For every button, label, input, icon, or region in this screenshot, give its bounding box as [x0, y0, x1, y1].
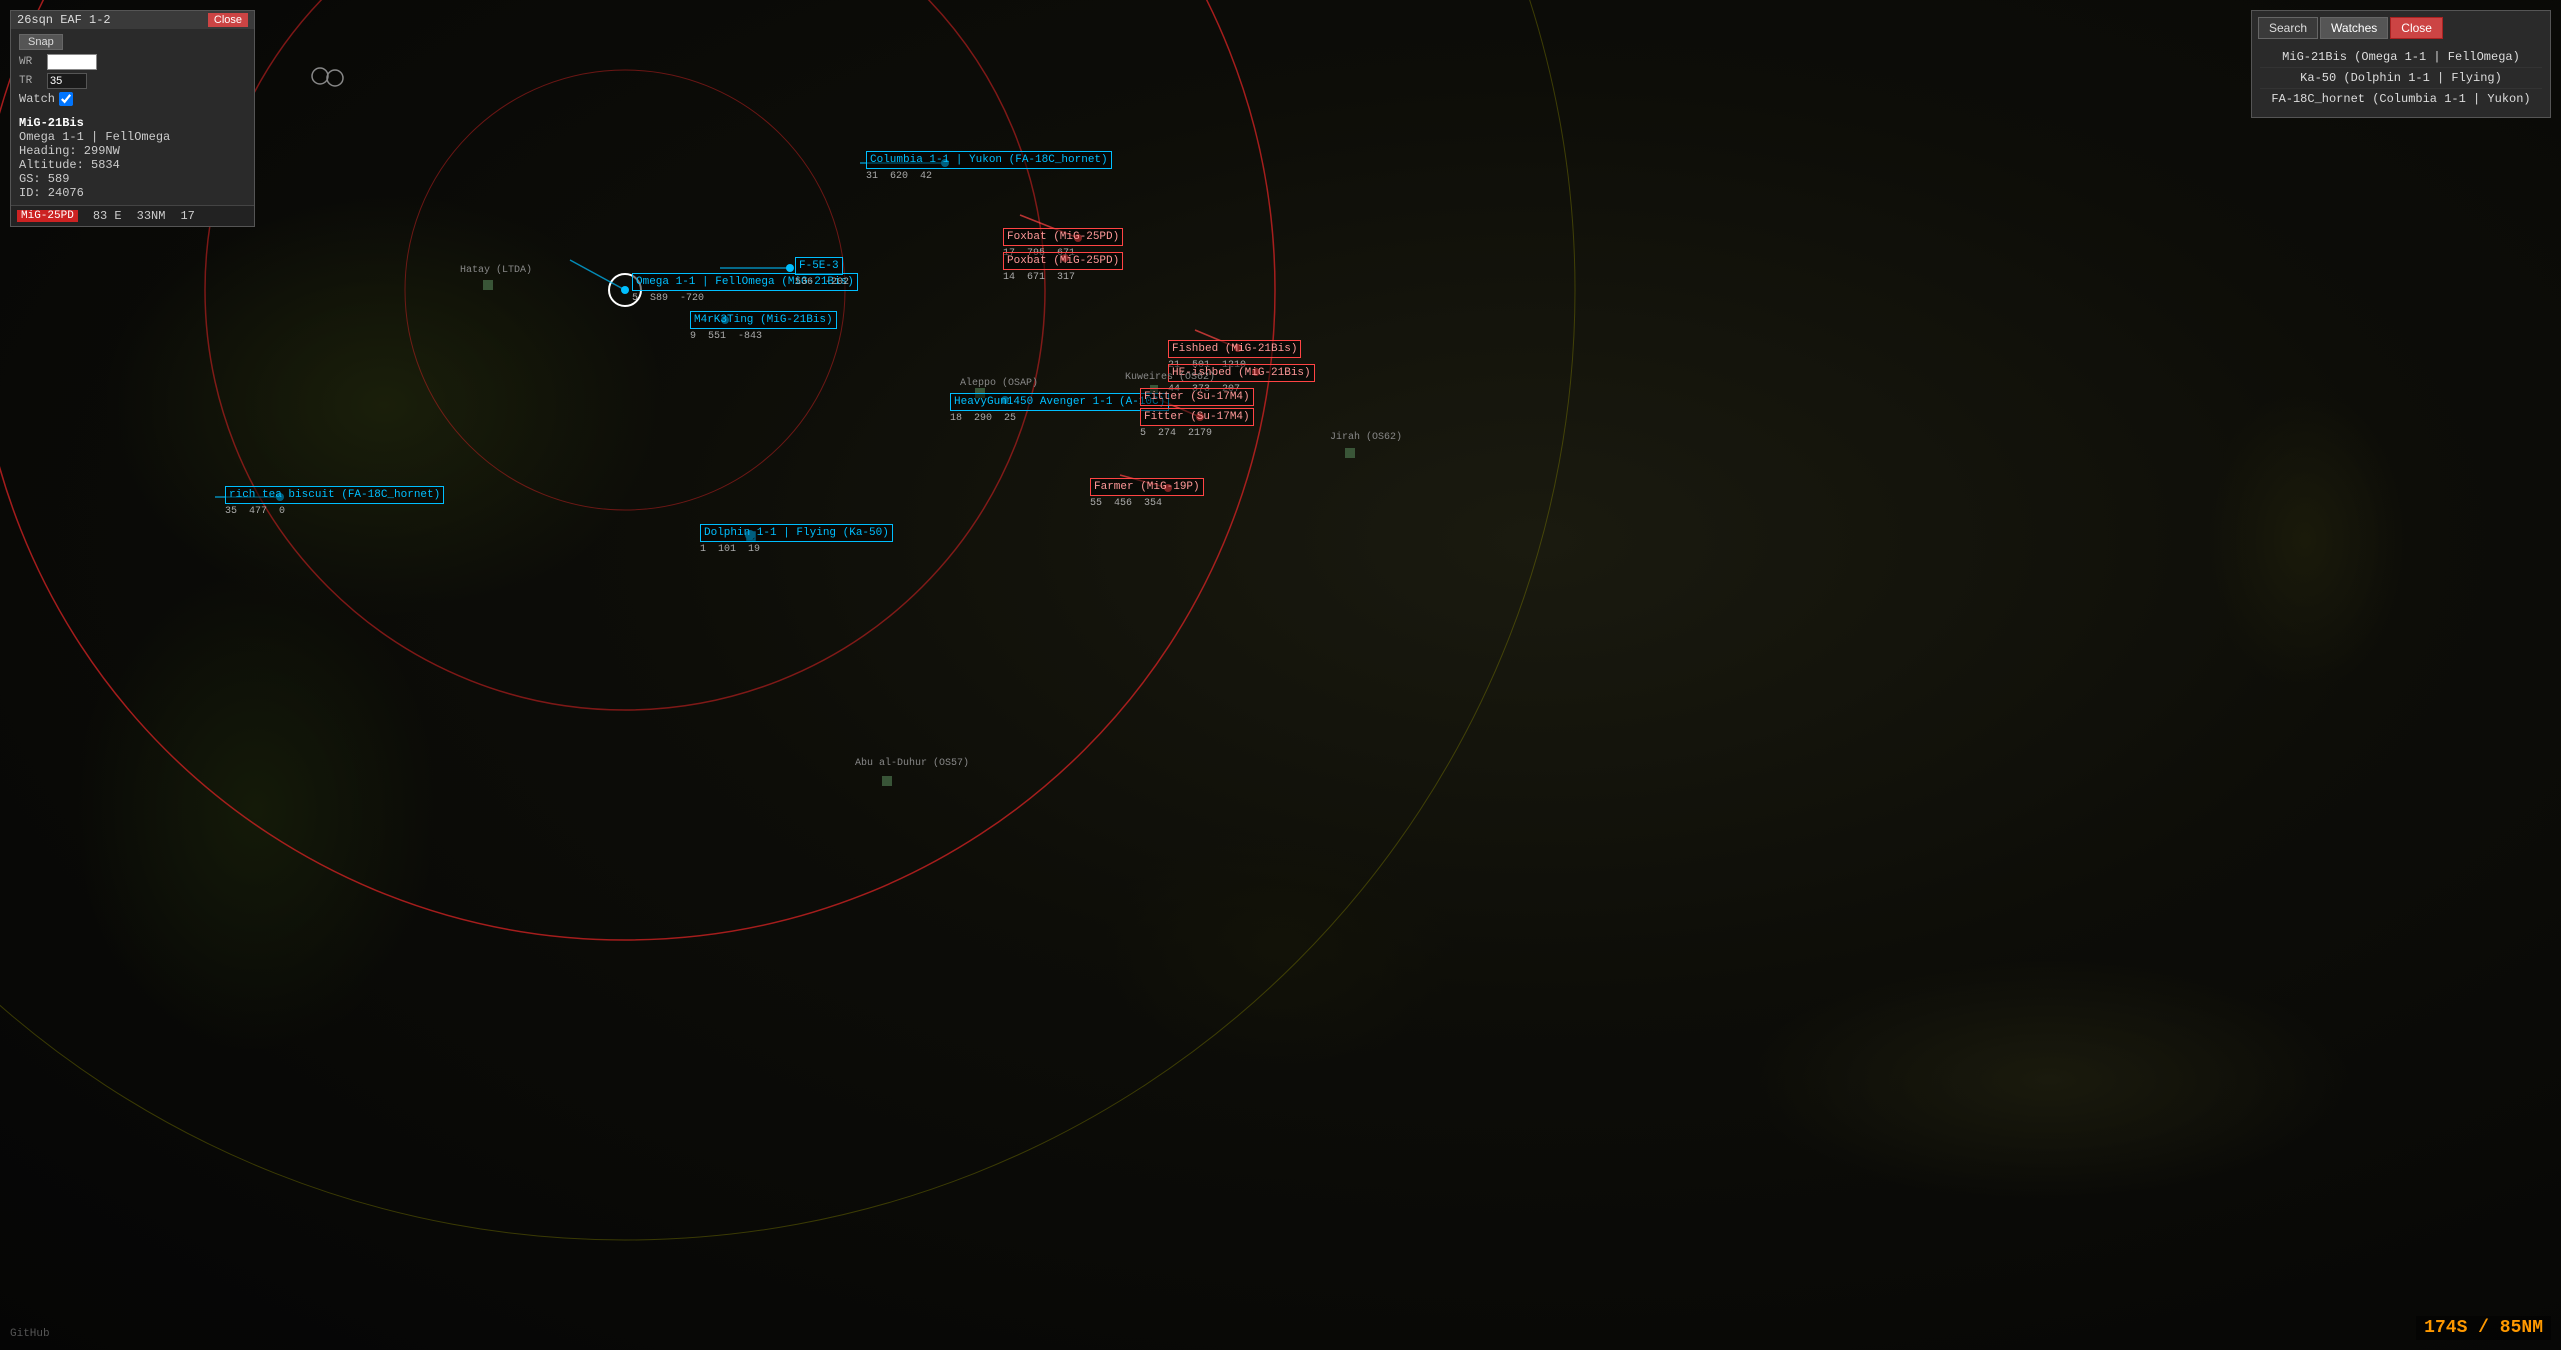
aircraft-altitude: Altitude: 5834	[19, 158, 246, 172]
watch-item-1[interactable]: Ka-50 (Dolphin 1-1 | Flying)	[2260, 68, 2542, 89]
watch-label: Watch	[19, 92, 55, 106]
terrain-overlay	[0, 0, 2561, 1350]
tr-input[interactable]	[47, 73, 87, 89]
watch-item-0[interactable]: MiG-21Bis (Omega 1-1 | FellOmega)	[2260, 47, 2542, 68]
github-label: GitHub	[10, 1328, 50, 1340]
aircraft-details: MiG-21Bis Omega 1-1 | FellOmega Heading:…	[11, 111, 254, 205]
enemy-type: MiG-25PD	[17, 210, 78, 222]
enemy-dist: 33NM	[137, 209, 166, 223]
panel-title-bar: 26sqn EAF 1-2 Close	[11, 11, 254, 29]
coords-text: 174S / 85NM	[2424, 1318, 2543, 1338]
map-background	[0, 0, 2561, 1350]
aircraft-name: MiG-21Bis	[19, 116, 246, 130]
snap-button[interactable]: Snap	[19, 34, 63, 50]
aircraft-heading: Heading: 299NW	[19, 144, 246, 158]
watch-item-2[interactable]: FA-18C_hornet (Columbia 1-1 | Yukon)	[2260, 89, 2542, 109]
search-button[interactable]: Search	[2258, 17, 2318, 39]
aircraft-flight: Omega 1-1 | FellOmega	[19, 130, 246, 144]
enemy-bearing: 83 E	[93, 209, 122, 223]
watch-checkbox[interactable]	[59, 92, 73, 106]
coordinates-display: 174S / 85NM	[2416, 1316, 2551, 1340]
panel-close-button[interactable]: Close	[208, 13, 248, 27]
watches-panel: Search Watches Close MiG-21Bis (Omega 1-…	[2251, 10, 2551, 118]
tr-close-button[interactable]: Close	[2390, 17, 2443, 39]
panel-title-text: 26sqn EAF 1-2	[17, 13, 111, 27]
watches-button[interactable]: Watches	[2320, 17, 2388, 39]
aircraft-info-panel: 26sqn EAF 1-2 Close Snap WR TR Watch MiG…	[10, 10, 255, 227]
enemy-num: 17	[180, 209, 194, 223]
wr-input[interactable]	[47, 54, 97, 70]
aircraft-gs: GS: 589	[19, 172, 246, 186]
aircraft-id: ID: 24076	[19, 186, 246, 200]
tr-label: TR	[19, 75, 47, 87]
watch-list: MiG-21Bis (Omega 1-1 | FellOmega) Ka-50 …	[2252, 43, 2550, 117]
wr-label: WR	[19, 56, 47, 68]
tr-header: Search Watches Close	[2252, 11, 2550, 43]
threat-info: MiG-25PD 83 E 33NM 17	[11, 205, 254, 226]
